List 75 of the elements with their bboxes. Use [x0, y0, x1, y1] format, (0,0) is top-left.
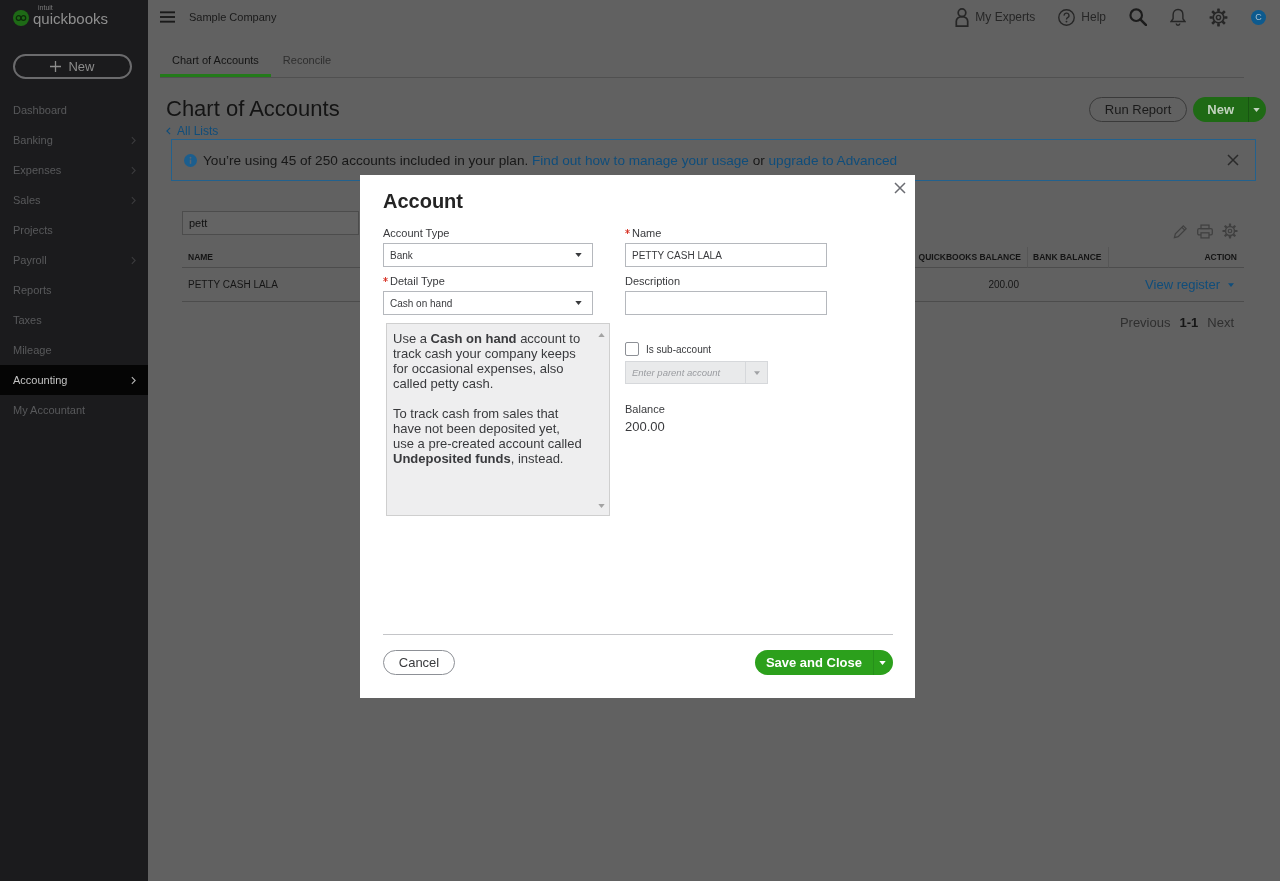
all-lists-link[interactable]: All Lists	[166, 124, 219, 138]
help-link[interactable]: Help	[1058, 8, 1106, 26]
cancel-button[interactable]: Cancel	[383, 650, 455, 675]
checkbox-label: Is sub-account	[646, 343, 712, 355]
chevron-left-icon	[166, 127, 171, 135]
table-cell: 200.00	[988, 279, 1019, 290]
scroll-up-arrow-icon[interactable]	[598, 333, 605, 337]
view-register-link[interactable]: View register	[1145, 277, 1220, 292]
sidebar-item[interactable]: Banking	[0, 125, 148, 155]
sidebar-item[interactable]: Mileage	[0, 335, 148, 365]
caret-down-icon	[878, 660, 886, 665]
field-label: Description	[625, 275, 681, 287]
new-button[interactable]: New	[1193, 97, 1248, 122]
caret-down-icon	[575, 301, 582, 305]
info-icon	[184, 153, 197, 167]
field-label: Detail Type	[390, 275, 445, 287]
field-label: Name	[632, 227, 662, 239]
avatar[interactable]: C	[1251, 9, 1266, 25]
settings-icon[interactable]	[1222, 223, 1238, 239]
close-icon[interactable]	[894, 182, 906, 194]
scroll-down-arrow-icon[interactable]	[598, 504, 605, 508]
save-options-button[interactable]	[873, 650, 893, 675]
detail-type-select[interactable]: Cash on hand	[383, 291, 593, 315]
dialog-title: Account	[383, 189, 464, 213]
sidebar-item[interactable]: Taxes	[0, 305, 148, 335]
table-cell: PETTY CASH LALA	[188, 279, 278, 290]
menu-icon[interactable]	[160, 11, 175, 23]
balance-value: 200.00	[625, 419, 665, 434]
sidebar-item[interactable]: Payroll	[0, 245, 148, 275]
logo-wordmark: quickbooks	[33, 11, 109, 27]
column-header: BANK BALANCE	[1033, 252, 1102, 262]
sidebar-item[interactable]: Reports	[0, 275, 148, 305]
sidebar-item[interactable]: Sales	[0, 185, 148, 215]
logo-icon	[13, 10, 29, 26]
help-icon	[1058, 8, 1076, 26]
my-experts-link[interactable]: My Experts	[955, 7, 1036, 27]
bell-icon[interactable]	[1170, 8, 1186, 26]
help-text: Use a Cash on hand account to track cash your company keeps for occasional expenses, also called petty cash.	[393, 331, 582, 391]
tab[interactable]: Chart of Accounts	[160, 34, 271, 77]
settings-icon[interactable]	[1209, 7, 1228, 27]
company-name: Sample Company	[189, 11, 277, 23]
name-field[interactable]: PETTY CASH LALA	[625, 243, 827, 267]
field-label: Balance	[625, 403, 665, 415]
sidebar-item[interactable]: Dashboard	[0, 95, 148, 125]
pencil-icon[interactable]	[1173, 223, 1188, 239]
search-field[interactable]: pett	[182, 211, 359, 235]
page-title: Chart of Accounts	[166, 96, 340, 122]
caret-down-icon	[575, 253, 582, 257]
close-icon[interactable]	[1227, 154, 1239, 166]
inline-link[interactable]: upgrade to Advanced	[768, 152, 898, 168]
new-button[interactable]: New	[13, 54, 132, 79]
page-range: 1-1	[1179, 315, 1199, 330]
caret-down-icon	[753, 370, 760, 375]
column-header: ACTION	[1204, 252, 1237, 262]
new-options-button[interactable]	[1248, 97, 1266, 122]
sidebar-item[interactable]: Projects	[0, 215, 148, 245]
sidebar-item[interactable]: Accounting	[0, 365, 148, 395]
plus-icon	[50, 61, 62, 72]
column-header: NAME	[188, 252, 214, 262]
column-header: QUICKBOOKS BALANCE	[918, 252, 1021, 262]
usage-message: You’re using 45 of 250 accounts included in your plan. Find out how to manage your usage or upgrade to Advanced	[203, 152, 898, 168]
help-text: To track cash from sales that have not been deposited yet, use a pre-created account called Undeposited funds, instead.	[393, 406, 583, 466]
caret-down-icon[interactable]	[1228, 282, 1234, 287]
printer-icon[interactable]	[1197, 223, 1213, 239]
search-icon[interactable]	[1129, 8, 1147, 26]
checkbox[interactable]	[625, 342, 639, 356]
description-field[interactable]	[625, 291, 827, 315]
person-icon	[955, 7, 970, 27]
sidebar-item[interactable]: Expenses	[0, 155, 148, 185]
field-label: Account Type	[383, 227, 450, 239]
inline-link[interactable]: Find out how to manage your usage	[532, 152, 749, 168]
save-and-close-button[interactable]: Save and Close	[754, 650, 873, 675]
account-type-select[interactable]: Bank	[383, 243, 593, 267]
sidebar-item[interactable]: My Accountant	[0, 395, 148, 425]
caret-down-icon	[1252, 107, 1260, 112]
